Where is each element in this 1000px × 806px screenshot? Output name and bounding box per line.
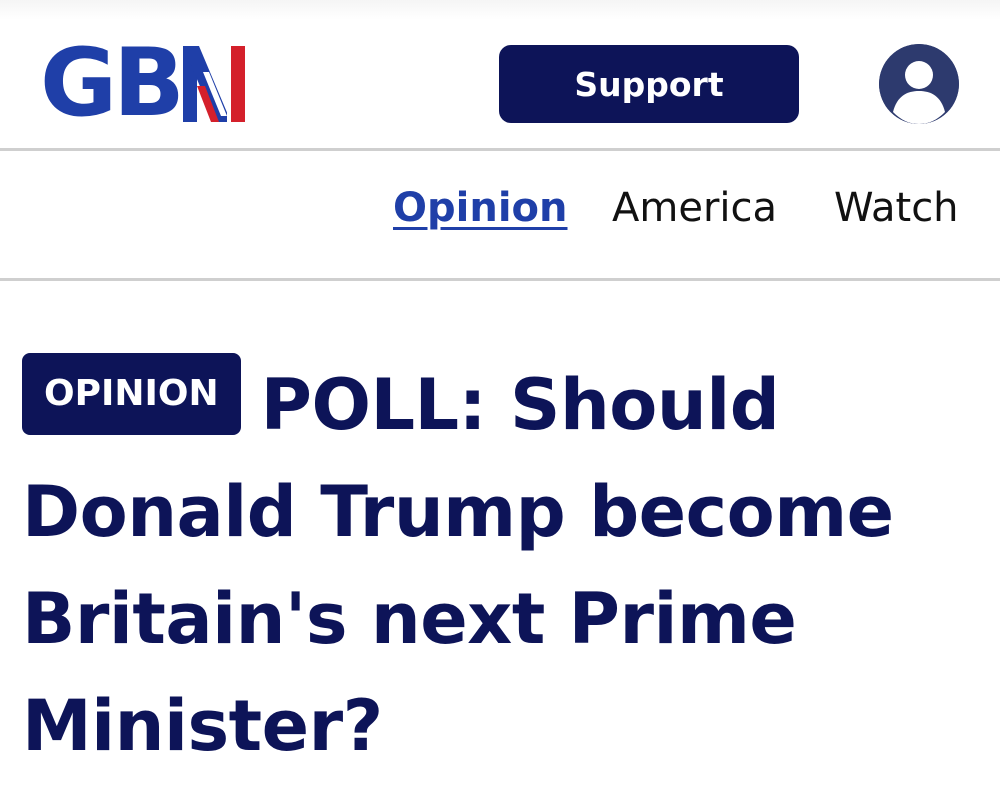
user-icon [879, 44, 959, 124]
site-header: GB Support [0, 0, 1000, 148]
nav-divider [0, 278, 1000, 281]
account-button[interactable] [879, 44, 959, 124]
news-flag-mark-icon [182, 46, 245, 122]
support-button[interactable]: Support [499, 45, 799, 123]
article-headline[interactable]: OPINION POLL: Should Donald Trump become … [22, 352, 982, 780]
nav-item-watch[interactable]: Watch [834, 184, 959, 232]
opinion-tag[interactable]: OPINION [22, 353, 241, 435]
nav-item-opinion[interactable]: Opinion [393, 184, 568, 232]
header-divider [0, 148, 1000, 151]
logo-text: GB [40, 29, 185, 138]
gbn-logo[interactable]: GB [40, 29, 245, 138]
nav-item-america[interactable]: America [612, 184, 777, 232]
